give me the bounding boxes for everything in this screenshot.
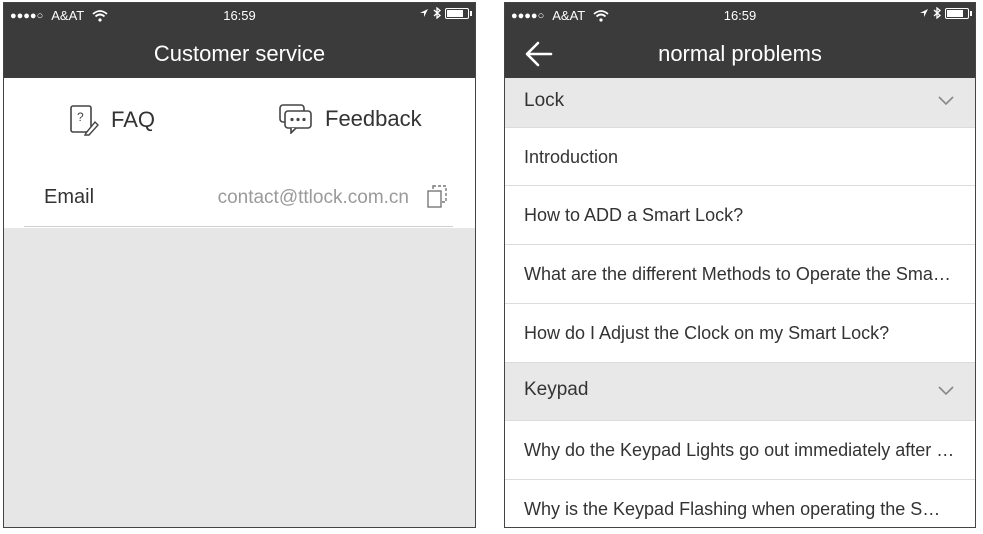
bluetooth-icon [933, 7, 941, 19]
svg-text:?: ? [77, 110, 84, 124]
battery-icon [945, 7, 972, 19]
feedback-label: Feedback [325, 106, 422, 131]
group-label: Keypad [524, 379, 589, 400]
page-title: normal problems [658, 41, 822, 66]
group-label: Lock [524, 90, 565, 111]
nav-bar: Customer service [4, 29, 475, 78]
list-item[interactable]: What are the different Methods to Operat… [505, 245, 975, 304]
status-bar: ●●●●○ A&AT 16:59 [4, 3, 475, 29]
item-label: Introduction [524, 147, 619, 167]
contact-card: ? FAQ Feedback Email contact@ttlock.com.… [4, 78, 475, 228]
item-label: Why do the Keypad Lights go out immediat… [524, 440, 955, 460]
status-time: 16:59 [723, 8, 757, 23]
email-value: contact@ttlock.com.cn [217, 187, 409, 208]
feedback-icon [279, 104, 312, 134]
nav-bar: normal problems [505, 29, 975, 78]
content-area: ? FAQ Feedback Email contact@ttlock.com.… [4, 78, 475, 527]
item-label: Why is the Keypad Flashing when operatin… [524, 499, 955, 519]
item-label: How to ADD a Smart Lock? [524, 205, 744, 225]
page-title: Customer service [153, 41, 326, 66]
location-icon [420, 9, 428, 17]
faq-button[interactable]: ? FAQ [69, 104, 155, 136]
copy-icon[interactable] [425, 184, 449, 210]
list-item[interactable]: Why do the Keypad Lights go out immediat… [505, 421, 975, 480]
group-header-lock[interactable]: Lock [505, 78, 975, 128]
chevron-down-icon [938, 96, 954, 106]
email-row[interactable]: Email contact@ttlock.com.cn [24, 172, 453, 227]
normal-problems-screen: ●●●●○ A&AT 16:59 normal problems Lock In… [504, 2, 976, 528]
group-header-keypad[interactable]: Keypad [505, 363, 975, 421]
problems-list: Lock Introduction How to ADD a Smart Loc… [505, 78, 975, 527]
location-icon [920, 9, 928, 17]
list-item[interactable]: How do I Adjust the Clock on my Smart Lo… [505, 304, 975, 363]
status-time: 16:59 [223, 8, 256, 23]
status-bar: ●●●●○ A&AT 16:59 [505, 3, 975, 29]
email-label: Email [44, 186, 95, 208]
list-item[interactable]: How to ADD a Smart Lock? [505, 186, 975, 245]
list-item[interactable]: Introduction [505, 128, 975, 186]
item-label: How do I Adjust the Clock on my Smart Lo… [524, 323, 890, 343]
bluetooth-icon [433, 7, 441, 19]
list-item[interactable]: Why is the Keypad Flashing when operatin… [505, 480, 975, 527]
battery-icon [445, 7, 472, 19]
feedback-button[interactable]: Feedback [279, 104, 422, 134]
faq-label: FAQ [111, 107, 156, 132]
item-label: What are the different Methods to Operat… [524, 264, 955, 284]
chevron-down-icon [938, 386, 954, 396]
faq-icon: ? [70, 105, 99, 136]
customer-service-screen: ●●●●○ A&AT 16:59 Customer service ? FAQ … [3, 2, 476, 528]
